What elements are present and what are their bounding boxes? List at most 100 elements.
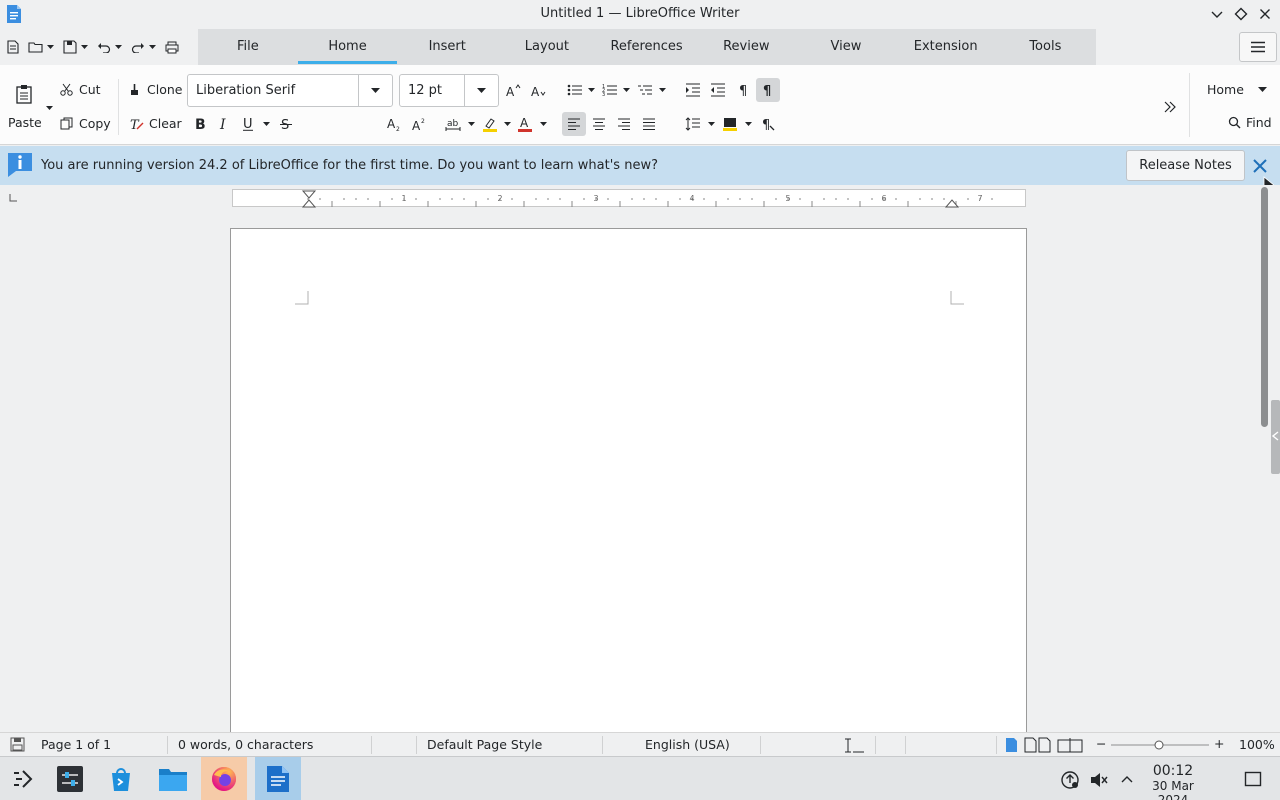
tab-view[interactable]: View <box>796 29 896 65</box>
save-icon[interactable] <box>61 39 78 56</box>
outline-list-dropdown-icon[interactable] <box>658 78 666 102</box>
taskbar-libreoffice-writer[interactable] <box>255 757 301 800</box>
font-size-dropdown[interactable] <box>464 75 498 106</box>
clone-formatting-button[interactable]: Clone <box>129 82 182 97</box>
zoom-out-icon[interactable]: − <box>1096 736 1106 751</box>
single-page-view-icon[interactable] <box>1005 737 1018 753</box>
tab-layout[interactable]: Layout <box>497 29 597 65</box>
align-right-button[interactable] <box>612 112 636 136</box>
numbered-list-button[interactable]: 123 <box>598 78 622 102</box>
font-color-dropdown-icon[interactable] <box>539 112 547 136</box>
character-spacing-dropdown-icon[interactable] <box>467 112 475 136</box>
style-selector[interactable]: Home <box>1207 82 1267 97</box>
paragraph-background-button[interactable] <box>718 112 742 136</box>
bullet-list-dropdown-icon[interactable] <box>587 78 595 102</box>
undo-icon[interactable] <box>95 39 112 56</box>
paste-label[interactable]: Paste <box>8 115 42 130</box>
cut-button[interactable]: Cut <box>60 82 101 97</box>
new-document-icon[interactable] <box>4 39 21 56</box>
show-desktop-icon[interactable] <box>1244 770 1262 788</box>
font-name-combobox[interactable]: Liberation Serif <box>187 74 393 107</box>
tab-tools[interactable]: Tools <box>996 29 1096 65</box>
page-number[interactable]: Page 1 of 1 <box>41 737 111 752</box>
bullet-list-button[interactable] <box>563 78 587 102</box>
zoom-level[interactable]: 100% <box>1239 737 1275 752</box>
underline-dropdown-icon[interactable] <box>262 112 270 136</box>
open-folder-icon[interactable] <box>27 39 44 56</box>
highlight-color-button[interactable] <box>478 112 502 136</box>
document-area[interactable]: 1 2 3 4 5 6 7 <box>0 185 1258 732</box>
italic-button[interactable]: I <box>212 112 236 136</box>
tab-insert[interactable]: Insert <box>397 29 497 65</box>
bold-button[interactable]: B <box>188 112 212 136</box>
document-modified-icon[interactable] <box>10 737 25 752</box>
font-name-dropdown[interactable] <box>358 75 392 106</box>
taskbar-firefox[interactable] <box>201 757 247 800</box>
text-direction-button[interactable]: ¶ <box>756 78 780 102</box>
zoom-slider[interactable] <box>1110 739 1210 751</box>
text-language[interactable]: English (USA) <box>645 737 730 752</box>
grow-font-button[interactable]: A <box>501 78 525 102</box>
horizontal-ruler[interactable]: 1 2 3 4 5 6 7 <box>232 189 1026 208</box>
character-spacing-button[interactable]: ab <box>441 112 465 136</box>
zoom-in-icon[interactable]: + <box>1214 736 1224 751</box>
sidebar-deck-handle[interactable] <box>1271 400 1280 474</box>
redo-icon[interactable] <box>129 39 146 56</box>
updates-tray-icon[interactable] <box>1060 770 1080 790</box>
multi-page-view-icon[interactable] <box>1024 737 1052 753</box>
align-center-button[interactable] <box>587 112 611 136</box>
redo-dropdown-icon[interactable] <box>148 39 157 56</box>
outline-list-button[interactable] <box>633 78 657 102</box>
main-menu-button[interactable] <box>1239 32 1277 62</box>
maximize-icon[interactable] <box>1232 5 1250 23</box>
font-size-combobox[interactable]: 12 pt <box>399 74 499 107</box>
highlight-dropdown-icon[interactable] <box>503 112 511 136</box>
tab-home[interactable]: Home <box>297 29 398 65</box>
undo-dropdown-icon[interactable] <box>114 39 123 56</box>
decrease-indent-button[interactable] <box>706 78 730 102</box>
print-icon[interactable] <box>163 39 180 56</box>
align-left-button[interactable] <box>562 112 586 136</box>
taskbar-discover[interactable] <box>98 757 144 800</box>
minimize-icon[interactable] <box>1208 5 1226 23</box>
taskbar-file-manager[interactable] <box>150 757 196 800</box>
tab-extension[interactable]: Extension <box>896 29 996 65</box>
tab-review[interactable]: Review <box>696 29 796 65</box>
underline-button[interactable]: U <box>236 112 260 136</box>
system-clock[interactable]: 00:12 30 Mar 2024 <box>1142 763 1204 800</box>
book-view-icon[interactable] <box>1057 737 1084 753</box>
more-options-button[interactable] <box>1158 95 1182 119</box>
shrink-font-button[interactable]: A <box>526 78 550 102</box>
scrollbar-thumb[interactable] <box>1261 187 1268 427</box>
increase-indent-button[interactable] <box>681 78 705 102</box>
line-spacing-dropdown-icon[interactable] <box>707 112 715 136</box>
subscript-button[interactable]: A2 <box>382 112 406 136</box>
paragraph-dialog-button[interactable]: ¶ <box>756 112 780 136</box>
application-launcher[interactable] <box>0 757 46 800</box>
tab-references[interactable]: References <box>597 29 697 65</box>
page-style[interactable]: Default Page Style <box>427 737 542 752</box>
line-spacing-button[interactable] <box>681 112 705 136</box>
tab-file[interactable]: File <box>198 29 298 65</box>
close-window-icon[interactable] <box>1256 5 1274 23</box>
release-notes-button[interactable]: Release Notes <box>1126 150 1245 181</box>
paragraph-background-dropdown-icon[interactable] <box>744 112 752 136</box>
volume-muted-icon[interactable] <box>1089 770 1109 790</box>
vertical-scrollbar[interactable] <box>1258 185 1280 732</box>
formatting-marks-button[interactable]: ¶ <box>732 78 756 102</box>
document-page[interactable] <box>230 228 1027 732</box>
open-dropdown-icon[interactable] <box>46 39 55 56</box>
find-button[interactable]: Find <box>1228 115 1272 130</box>
paste-dropdown-icon[interactable] <box>45 96 53 120</box>
close-infobar-icon[interactable] <box>1251 157 1269 175</box>
clear-formatting-button[interactable]: T Clear <box>129 116 182 131</box>
tab-stop-icon[interactable] <box>8 193 18 203</box>
insert-mode-cursor-icon[interactable] <box>843 738 865 753</box>
font-color-button[interactable]: A <box>513 112 537 136</box>
numbered-list-dropdown-icon[interactable] <box>622 78 630 102</box>
justify-button[interactable] <box>637 112 661 136</box>
copy-button[interactable]: Copy <box>60 116 111 131</box>
taskbar-system-settings[interactable] <box>47 757 93 800</box>
chevron-up-icon[interactable] <box>1120 772 1134 786</box>
word-count[interactable]: 0 words, 0 characters <box>178 737 313 752</box>
